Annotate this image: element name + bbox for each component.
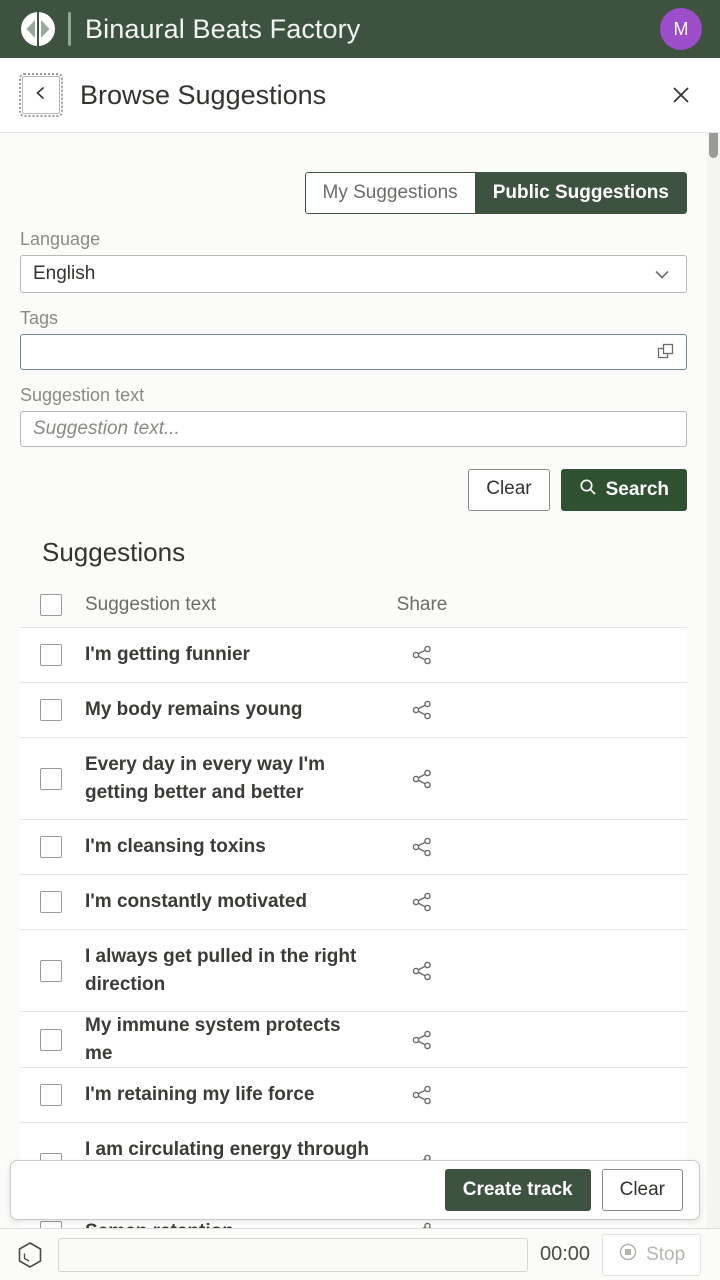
- page-header: Browse Suggestions: [0, 58, 720, 133]
- row-suggestion-text: Every day in every way I'm getting bette…: [85, 753, 326, 803]
- table-row[interactable]: I always get pulled in the right directi…: [20, 930, 687, 1012]
- row-checkbox[interactable]: [40, 699, 62, 721]
- share-icon[interactable]: [385, 699, 459, 721]
- back-button[interactable]: [19, 73, 63, 117]
- search-icon: [579, 478, 597, 502]
- stop-button[interactable]: Stop: [602, 1233, 702, 1276]
- suggestion-text-input[interactable]: [20, 411, 687, 447]
- row-checkbox[interactable]: [40, 836, 62, 858]
- row-suggestion-text: I'm constantly motivated: [85, 891, 308, 913]
- row-suggestion-text: I'm getting funnier: [85, 644, 250, 666]
- language-select-value: English: [33, 263, 96, 284]
- page-title: Browse Suggestions: [80, 79, 327, 110]
- table-row[interactable]: Every day in every way I'm getting bette…: [20, 738, 687, 820]
- tab-public-suggestions[interactable]: Public Suggestions: [475, 172, 687, 214]
- column-header-text: Suggestion text: [85, 594, 216, 616]
- create-track-button[interactable]: Create track: [444, 1169, 591, 1211]
- app-root: Binaural Beats Factory M Browse Suggesti…: [0, 0, 720, 1280]
- suggestions-tabs: My Suggestions Public Suggestions: [304, 172, 687, 214]
- chevron-left-icon: [32, 84, 50, 107]
- search-button[interactable]: Search: [560, 469, 687, 511]
- table-row[interactable]: I'm retaining my life force: [20, 1068, 687, 1124]
- stop-button-label: Stop: [646, 1243, 686, 1265]
- select-all-checkbox[interactable]: [40, 594, 62, 616]
- search-button-label: Search: [605, 479, 669, 500]
- row-checkbox[interactable]: [40, 891, 62, 913]
- results-heading: Suggestions: [42, 537, 186, 567]
- share-icon[interactable]: [385, 768, 459, 790]
- table-row[interactable]: I'm constantly motivated: [20, 875, 687, 930]
- brand-divider: [68, 12, 71, 46]
- row-checkbox[interactable]: [40, 644, 62, 666]
- binaural-logo-icon[interactable]: [18, 9, 58, 49]
- player-seek-bar[interactable]: [58, 1237, 528, 1272]
- main-content: My Suggestions Public Suggestions Langua…: [0, 133, 707, 1280]
- row-checkbox[interactable]: [40, 1028, 62, 1051]
- row-checkbox[interactable]: [40, 1084, 62, 1107]
- tags-input[interactable]: [20, 334, 687, 370]
- row-checkbox[interactable]: [40, 959, 62, 982]
- share-icon[interactable]: [385, 891, 459, 913]
- stop-circle-icon: [618, 1242, 638, 1268]
- table-row[interactable]: My immune system protects me: [20, 1012, 687, 1069]
- filter-actions: Clear Search: [20, 469, 687, 511]
- table-row[interactable]: I'm cleansing toxins: [20, 820, 687, 875]
- suggestion-text-label: Suggestion text: [20, 385, 145, 405]
- tags-label: Tags: [20, 308, 59, 328]
- cube-icon[interactable]: [14, 1239, 46, 1271]
- row-suggestion-text: I'm cleansing toxins: [85, 836, 266, 858]
- page-scrollbar[interactable]: [707, 58, 720, 1280]
- language-label: Language: [20, 229, 101, 249]
- table-row[interactable]: My body remains young: [20, 683, 687, 738]
- clear-selection-button[interactable]: Clear: [601, 1169, 683, 1211]
- share-icon[interactable]: [385, 1084, 459, 1106]
- share-icon[interactable]: [385, 836, 459, 858]
- copy-squares-icon[interactable]: [656, 342, 676, 362]
- row-suggestion-text: My body remains young: [85, 699, 303, 721]
- clear-filters-button[interactable]: Clear: [468, 469, 550, 511]
- language-select[interactable]: English: [20, 255, 687, 293]
- column-header-share: Share: [396, 594, 448, 615]
- table-header-row: Suggestion text Share: [20, 583, 687, 628]
- close-icon[interactable]: [664, 78, 698, 112]
- row-suggestion-text: I'm retaining my life force: [85, 1084, 315, 1106]
- tab-my-suggestions[interactable]: My Suggestions: [304, 172, 476, 214]
- row-checkbox[interactable]: [40, 767, 62, 790]
- chevron-down-icon: [652, 264, 672, 284]
- table-row[interactable]: I'm getting funnier: [20, 628, 687, 683]
- tabs-row: My Suggestions Public Suggestions: [20, 133, 687, 214]
- player-time: 00:00: [540, 1243, 591, 1265]
- share-icon[interactable]: [385, 960, 459, 982]
- avatar[interactable]: M: [660, 8, 702, 50]
- row-suggestion-text: My immune system protects me: [85, 1015, 341, 1064]
- share-icon[interactable]: [385, 644, 459, 666]
- brand-title: Binaural Beats Factory: [85, 13, 361, 44]
- row-suggestion-text: I always get pulled in the right directi…: [85, 945, 357, 995]
- player-bar: 00:00 Stop: [0, 1228, 720, 1280]
- selection-action-bar: Create track Clear: [10, 1160, 700, 1220]
- brand-bar: Binaural Beats Factory M: [0, 0, 720, 58]
- share-icon[interactable]: [385, 1029, 459, 1051]
